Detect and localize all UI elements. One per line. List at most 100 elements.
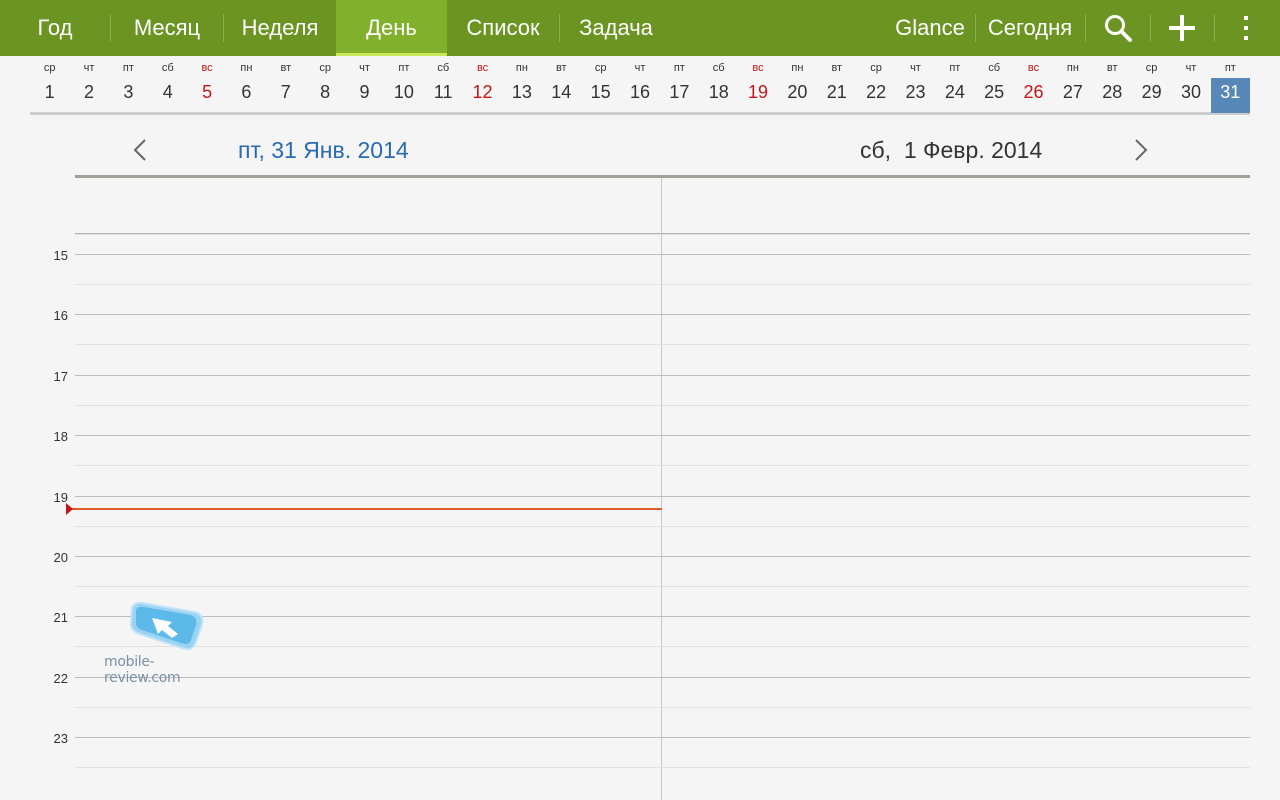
day-strip-item[interactable]: вс 12 <box>463 56 502 113</box>
search-button[interactable] <box>1090 0 1146 56</box>
previous-day-button[interactable] <box>125 133 155 167</box>
day-strip-item[interactable]: сб 25 <box>975 56 1014 113</box>
day-strip-date: 18 <box>708 82 729 102</box>
day-strip-weekday: пт <box>949 62 961 74</box>
day-strip-item[interactable]: пт 3 <box>109 56 148 113</box>
day-strip-weekday: сб <box>988 62 1001 74</box>
day-strip-item[interactable]: ср 29 <box>1132 56 1171 113</box>
day-strip-date: 13 <box>511 82 532 102</box>
hour-label: 18 <box>53 429 68 444</box>
day-strip-weekday: ср <box>870 62 882 74</box>
day-strip-item[interactable]: ср 8 <box>305 56 344 113</box>
day-strip-item[interactable]: чт 16 <box>620 56 659 113</box>
day-strip-item[interactable]: сб 18 <box>699 56 738 113</box>
chevron-right-icon <box>1135 139 1148 161</box>
tab-day[interactable]: День <box>336 0 447 56</box>
hour-label: 15 <box>53 248 68 263</box>
day-strip-date: 27 <box>1062 82 1083 102</box>
hour-label: 22 <box>53 671 68 686</box>
day-strip-item[interactable]: ср 1 <box>30 56 69 113</box>
search-icon <box>1105 15 1132 42</box>
day-strip-weekday: чт <box>910 62 921 74</box>
day-strip-weekday: вс <box>201 62 213 74</box>
day-strip-item[interactable]: чт 2 <box>69 56 108 113</box>
action-separator <box>1214 14 1215 42</box>
day-strip-date: 9 <box>359 82 370 102</box>
half-hour-line <box>75 526 1250 527</box>
tab-week[interactable]: Неделя <box>224 0 336 56</box>
day-strip-date: 28 <box>1102 82 1123 102</box>
watermark-text: mobile-review.com <box>104 654 181 686</box>
half-hour-line <box>75 344 1250 345</box>
next-day-button[interactable] <box>1126 133 1156 167</box>
tab-month[interactable]: Месяц <box>111 0 223 56</box>
day-strip-date: 6 <box>241 82 252 102</box>
day-strip-weekday: чт <box>83 62 95 74</box>
hour-label: 19 <box>53 490 68 505</box>
day-strip-item[interactable]: пн 27 <box>1053 56 1092 113</box>
add-event-button[interactable] <box>1154 0 1210 56</box>
overflow-menu-button[interactable] <box>1226 0 1266 56</box>
day-strip-date: 3 <box>123 82 134 102</box>
half-hour-line <box>75 465 1250 466</box>
day-strip-item[interactable]: ср 22 <box>856 56 895 113</box>
day-strip-weekday: вт <box>280 62 292 74</box>
day-strip-item[interactable]: пт 10 <box>384 56 423 113</box>
day-strip-weekday: сб <box>712 62 725 74</box>
day-strip-date: 4 <box>162 82 173 102</box>
day-strip-item[interactable]: чт 23 <box>896 56 935 113</box>
day-strip-item[interactable]: чт 30 <box>1171 56 1210 113</box>
day-strip-item[interactable]: пн 13 <box>502 56 541 113</box>
hour-label: 20 <box>53 550 68 565</box>
day-strip-weekday: вт <box>555 62 567 74</box>
day-strip-date: 17 <box>669 82 690 102</box>
day-strip-item[interactable]: вс 19 <box>738 56 777 113</box>
day-strip-date: 24 <box>944 82 965 102</box>
day-strip-item[interactable]: вт 28 <box>1093 56 1132 113</box>
day-strip-weekday: ср <box>43 62 56 74</box>
day-strip-weekday: вс <box>476 62 489 74</box>
day-strip-item[interactable]: пт 24 <box>935 56 974 113</box>
day-strip-item[interactable]: сб 11 <box>424 56 463 113</box>
day-strip-item[interactable]: пн 6 <box>227 56 266 113</box>
day-strip-weekday: пт <box>398 62 410 74</box>
day-strip-item[interactable]: вс 26 <box>1014 56 1053 113</box>
day-strip-date: 20 <box>787 82 808 102</box>
current-time-line <box>70 508 662 510</box>
day-strip-item[interactable]: вт 14 <box>542 56 581 113</box>
day-strip-date: 23 <box>905 82 926 102</box>
day-strip-date: 8 <box>320 82 331 102</box>
day-strip-item[interactable]: вт 21 <box>817 56 856 113</box>
day-strip-weekday: ср <box>1145 62 1158 74</box>
day-strip-item[interactable]: ср 15 <box>581 56 620 113</box>
hour-line <box>75 737 1250 738</box>
hour-line <box>75 677 1250 678</box>
day-strip-date: 15 <box>590 82 611 102</box>
day-strip-item[interactable]: вт 7 <box>266 56 305 113</box>
tab-year[interactable]: Год <box>0 0 110 56</box>
day-strip-item[interactable]: пт 17 <box>660 56 699 113</box>
day-strip-item[interactable]: пт 31 <box>1210 56 1250 113</box>
day-header-divider <box>75 175 1250 178</box>
day-strip-date: 12 <box>472 82 493 102</box>
today-button[interactable]: Сегодня <box>976 0 1084 56</box>
day-strip-item[interactable]: чт 9 <box>345 56 384 113</box>
half-hour-line <box>75 707 1250 708</box>
half-hour-line <box>75 646 1250 647</box>
day-strip-item[interactable]: пн 20 <box>778 56 817 113</box>
day-strip-date: 16 <box>629 82 650 102</box>
day-strip-date: 1 <box>44 82 55 102</box>
day-strip-weekday: пн <box>791 62 804 74</box>
mobile-review-logo <box>129 601 204 651</box>
tab-task[interactable]: Задача <box>560 0 672 56</box>
day-strip-weekday: пт <box>673 62 685 74</box>
day-strip-date: 2 <box>84 82 95 102</box>
day-strip-item[interactable]: сб 4 <box>148 56 187 113</box>
chevron-left-icon <box>133 139 146 161</box>
day-strip-weekday: сб <box>161 62 174 74</box>
tab-list[interactable]: Список <box>447 0 559 56</box>
day-strip-item[interactable]: вс 5 <box>187 56 226 113</box>
day-header-today: пт, 31 Янв. 2014 <box>238 137 409 163</box>
day-strip-date: 31 <box>1220 82 1241 102</box>
glance-button[interactable]: Glance <box>886 0 974 56</box>
